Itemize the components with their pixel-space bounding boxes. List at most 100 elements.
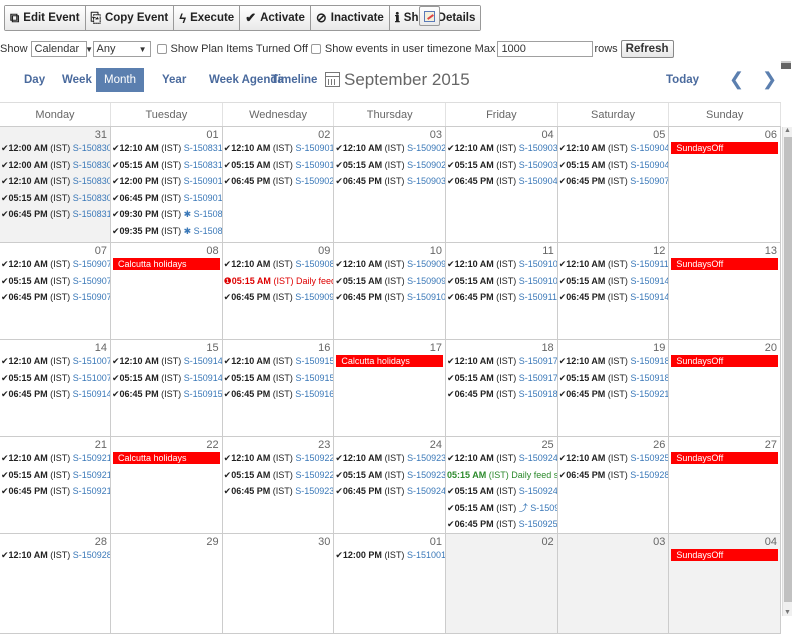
calendar-event[interactable]: ✔12:10 AM (IST) S-150915-(: [223, 353, 334, 370]
holiday-event[interactable]: SundaysOff: [671, 549, 779, 561]
calendar-event[interactable]: ✔06:45 PM (IST) S-150907-(: [0, 289, 110, 306]
calendar-event[interactable]: ✔06:45 PM (IST) S-150925-(: [446, 516, 557, 533]
event-id[interactable]: S-151007-(: [73, 373, 110, 383]
event-id[interactable]: S-150911-(: [519, 292, 557, 302]
calendar-event[interactable]: ✔12:10 AM (IST) S-150907-(: [0, 256, 110, 273]
calendar-event[interactable]: ✔12:10 AM (IST) S-150830-(: [0, 173, 110, 190]
day-number[interactable]: 29: [111, 534, 222, 548]
day-cell[interactable]: 11✔12:10 AM (IST) S-150910-(✔05:15 AM (I…: [446, 243, 558, 339]
event-id[interactable]: S-150902-(: [295, 176, 333, 186]
holiday-event[interactable]: SundaysOff: [671, 452, 779, 464]
event-id[interactable]: S-150915-(: [295, 356, 333, 366]
day-cell[interactable]: 19✔12:10 AM (IST) S-150918-(✔05:15 AM (I…: [558, 340, 670, 436]
event-id[interactable]: S-150904-(: [630, 160, 668, 170]
holiday-event[interactable]: SundaysOff: [671, 355, 779, 367]
day-number[interactable]: 06: [669, 127, 780, 141]
calendar-event[interactable]: ✔12:10 AM (IST) S-150922-(: [223, 450, 334, 467]
calendar-event[interactable]: ✔12:10 AM (IST) S-150923-(: [334, 450, 445, 467]
edit-note-button[interactable]: [419, 6, 440, 26]
day-number[interactable]: 02: [223, 127, 334, 141]
calendar-event[interactable]: ✔12:00 AM (IST) S-150830-(: [0, 157, 110, 174]
day-cell[interactable]: 02✔12:10 AM (IST) S-150901-(✔05:15 AM (I…: [223, 127, 335, 242]
calendar-event[interactable]: ✔05:15 AM (IST) S-150918-(: [558, 370, 669, 387]
day-number[interactable]: 30: [223, 534, 334, 548]
calendar-event[interactable]: ✔12:10 AM (IST) S-150910-(: [446, 256, 557, 273]
event-id[interactable]: S-150922-(: [295, 453, 333, 463]
holiday-event[interactable]: Calcutta holidays: [113, 258, 220, 270]
event-id[interactable]: S-150910-(: [519, 259, 557, 269]
scroll-down-icon[interactable]: ▼: [784, 609, 791, 616]
event-id[interactable]: S-150904-(: [630, 143, 668, 153]
event-id[interactable]: S-150831-(: [184, 143, 222, 153]
day-number[interactable]: 17: [334, 340, 445, 354]
event-id[interactable]: ✱ S-15081: [184, 226, 222, 236]
day-cell[interactable]: 16✔12:10 AM (IST) S-150915-(✔05:15 AM (I…: [223, 340, 335, 436]
calendar-event[interactable]: ✔05:15 AM (IST) ⤴ S-15092: [446, 500, 557, 517]
status-select[interactable]: Any ▼: [92, 41, 151, 57]
event-id[interactable]: S-150909-(: [407, 259, 445, 269]
refresh-button[interactable]: Refresh: [620, 40, 674, 58]
day-number[interactable]: 07: [0, 243, 110, 257]
event-id[interactable]: S-150901-(: [184, 193, 222, 203]
event-id[interactable]: S-150910-(: [407, 292, 445, 302]
calendar-event[interactable]: ✔06:45 PM (IST) S-150902-(: [223, 173, 334, 190]
day-number[interactable]: 24: [334, 437, 445, 451]
view-month-button[interactable]: Month: [96, 68, 144, 92]
calendar-event[interactable]: ✔06:45 PM (IST) S-150831-(: [0, 206, 110, 223]
event-id[interactable]: S-150830-(: [73, 143, 110, 153]
calendar-event[interactable]: ✔06:45 PM (IST) S-150910-(: [334, 289, 445, 306]
day-cell[interactable]: 01✔12:10 AM (IST) S-150831-(✔05:15 AM (I…: [111, 127, 223, 242]
calendar-scrollbar[interactable]: ▲ ▼: [782, 127, 792, 616]
holiday-event[interactable]: Calcutta holidays: [336, 355, 444, 367]
event-id[interactable]: S-150911-(: [630, 259, 668, 269]
day-cell[interactable]: 12✔12:10 AM (IST) S-150911-(✔05:15 AM (I…: [558, 243, 670, 339]
event-id[interactable]: S-150917-(: [519, 356, 557, 366]
day-number[interactable]: 04: [669, 534, 780, 548]
day-number[interactable]: 02: [446, 534, 557, 548]
event-id[interactable]: S-150830-(: [73, 160, 110, 170]
edit-event-button[interactable]: ⧉ Edit Event: [5, 6, 86, 30]
calendar-event[interactable]: ✔12:10 AM (IST) S-150925-(: [558, 450, 669, 467]
calendar-event[interactable]: ✔06:45 PM (IST) S-150923-(: [223, 483, 334, 500]
calendar-event[interactable]: ✔06:45 PM (IST) S-150914-(: [558, 289, 669, 306]
event-id[interactable]: S-150923-(: [295, 486, 333, 496]
calendar-event[interactable]: 05:15 AM (IST) Daily feed sa: [446, 467, 557, 484]
calendar-event[interactable]: ✔05:15 AM (IST) S-150924-(: [446, 483, 557, 500]
calendar-event[interactable]: ✔12:10 AM (IST) S-150921-(: [0, 450, 110, 467]
calendar-event[interactable]: ✔05:15 AM (IST) S-150907-(: [0, 273, 110, 290]
copy-event-button[interactable]: ⎘ Copy Event: [85, 6, 175, 30]
calendar-event[interactable]: ✔05:15 AM (IST) S-150831-(: [111, 157, 222, 174]
calendar-event[interactable]: ✔05:15 AM (IST) S-150922-(: [223, 467, 334, 484]
event-id[interactable]: S-150914-(: [184, 356, 222, 366]
calendar-event[interactable]: ✔12:10 AM (IST) S-150914-(: [111, 353, 222, 370]
calendar-event[interactable]: ✔09:35 PM (IST) ✱ S-15081: [111, 223, 222, 240]
calendar-event[interactable]: ✔05:15 AM (IST) S-150923-(: [334, 467, 445, 484]
day-cell[interactable]: 29: [111, 534, 223, 633]
event-id[interactable]: S-150907-(: [73, 292, 110, 302]
calendar-event[interactable]: ✔12:10 AM (IST) S-150911-(: [558, 256, 669, 273]
event-id[interactable]: S-150909-(: [295, 292, 333, 302]
event-id[interactable]: S-150907-(: [73, 259, 110, 269]
event-id[interactable]: S-150908-(: [295, 259, 333, 269]
calendar-event[interactable]: ✔12:10 AM (IST) S-150904-(: [558, 140, 669, 157]
day-cell[interactable]: 07✔12:10 AM (IST) S-150907-(✔05:15 AM (I…: [0, 243, 111, 339]
event-id[interactable]: S-150907-(: [630, 176, 668, 186]
event-id[interactable]: S-150830-(: [73, 176, 110, 186]
day-number[interactable]: 03: [334, 127, 445, 141]
calendar-event[interactable]: ✔06:45 PM (IST) S-150904-(: [446, 173, 557, 190]
holiday-event[interactable]: SundaysOff: [671, 258, 779, 270]
calendar-event[interactable]: ✔05:15 AM (IST) S-150901-(: [223, 157, 334, 174]
event-id[interactable]: S-150901-(: [184, 176, 222, 186]
calendar-event[interactable]: ✔06:45 PM (IST) S-150918-(: [446, 386, 557, 403]
next-month-button[interactable]: ❯: [762, 68, 777, 90]
prev-month-button[interactable]: ❮: [729, 68, 744, 90]
event-id[interactable]: S-150914-(: [630, 292, 668, 302]
event-id[interactable]: S-150925-(: [630, 453, 668, 463]
calendar-event[interactable]: ✔05:15 AM (IST) S-150830-(: [0, 190, 110, 207]
max-rows-input[interactable]: 1000: [497, 41, 594, 57]
event-id[interactable]: S-150924-(: [519, 453, 557, 463]
event-id[interactable]: ✱ S-15081: [184, 209, 222, 219]
day-number[interactable]: 23: [223, 437, 334, 451]
day-cell[interactable]: 27 SundaysOff: [669, 437, 781, 533]
event-id[interactable]: S-150914-(: [184, 373, 222, 383]
